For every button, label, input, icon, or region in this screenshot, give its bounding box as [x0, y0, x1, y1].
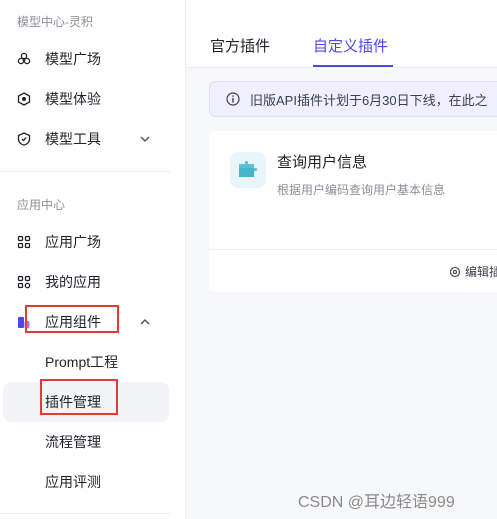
- hexagon-icon: [17, 92, 31, 106]
- sidebar-item-label: 模型工具: [45, 131, 101, 147]
- sidebar-subitem-prompt[interactable]: Prompt工程: [3, 342, 169, 382]
- main-content: 官方插件 自定义插件 旧版API插件计划于6月30日下线，在此之 查询用户信息 …: [186, 0, 497, 519]
- my-apps-icon: [17, 275, 31, 289]
- sidebar-item-app-components[interactable]: 应用组件: [0, 303, 170, 341]
- sidebar-item-model-square[interactable]: 模型广场: [0, 40, 170, 78]
- plugin-puzzle-icon: [230, 152, 266, 188]
- sidebar-item-label: 我的应用: [45, 274, 101, 290]
- sidebar-item-app-square[interactable]: 应用广场: [0, 223, 170, 261]
- grid-icon: [17, 235, 31, 249]
- sidebar-item-label: 模型体验: [45, 91, 101, 107]
- info-icon: [226, 92, 240, 106]
- shield-gear-icon: [17, 132, 31, 146]
- component-icon: [17, 315, 31, 329]
- flower-icon: [17, 52, 31, 66]
- edit-plugin-label: 编辑插: [465, 265, 497, 279]
- sidebar-subitem-label: 插件管理: [45, 394, 101, 410]
- sidebar-subitem-app-evaluation[interactable]: 应用评测: [3, 462, 169, 502]
- chevron-up-icon[interactable]: [138, 315, 152, 329]
- sidebar-divider: [0, 171, 170, 172]
- sidebar-subitem-flow-management[interactable]: 流程管理: [3, 422, 169, 462]
- sidebar-item-label: 应用组件: [45, 314, 101, 330]
- deprecation-notice: 旧版API插件计划于6月30日下线，在此之: [209, 81, 497, 117]
- sidebar-subitem-label: 应用评测: [45, 474, 101, 490]
- card-divider: [209, 249, 497, 250]
- plugin-description: 根据用户编码查询用户基本信息: [277, 183, 446, 197]
- tab-bar: 官方插件 自定义插件: [186, 0, 497, 68]
- sidebar-item-label: 应用广场: [45, 234, 101, 250]
- watermark: CSDN @耳边轻语999: [298, 494, 455, 511]
- section-title-app-center: 应用中心: [17, 198, 66, 212]
- plugin-name: 查询用户信息: [277, 154, 368, 171]
- tab-official-plugins[interactable]: 官方插件: [210, 35, 270, 56]
- tab-active-indicator: [313, 65, 393, 67]
- section-title-model-center: 模型中心-灵积: [17, 15, 93, 29]
- gear-icon: [449, 266, 461, 278]
- plugin-card[interactable]: 查询用户信息 根据用户编码查询用户基本信息 编辑插: [209, 131, 497, 292]
- sidebar-subitem-plugin-management[interactable]: 插件管理: [3, 382, 169, 422]
- edit-plugin-button[interactable]: 编辑插: [449, 263, 497, 280]
- sidebar-item-label: 模型广场: [45, 51, 101, 67]
- sidebar-divider: [0, 513, 170, 514]
- sidebar-subitem-label: Prompt工程: [45, 354, 119, 370]
- sidebar-item-my-apps[interactable]: 我的应用: [0, 263, 170, 301]
- sidebar: 模型中心-灵积 模型广场 模型体验 模型工具 应用中心 应用广场 我的应用 应用…: [0, 0, 186, 519]
- sidebar-subitem-label: 流程管理: [45, 434, 101, 450]
- chevron-down-icon[interactable]: [138, 132, 152, 146]
- sidebar-item-model-tools[interactable]: 模型工具: [0, 120, 170, 158]
- sidebar-item-model-experience[interactable]: 模型体验: [0, 80, 170, 118]
- tab-custom-plugins[interactable]: 自定义插件: [313, 35, 388, 56]
- notice-text: 旧版API插件计划于6月30日下线，在此之: [250, 92, 488, 108]
